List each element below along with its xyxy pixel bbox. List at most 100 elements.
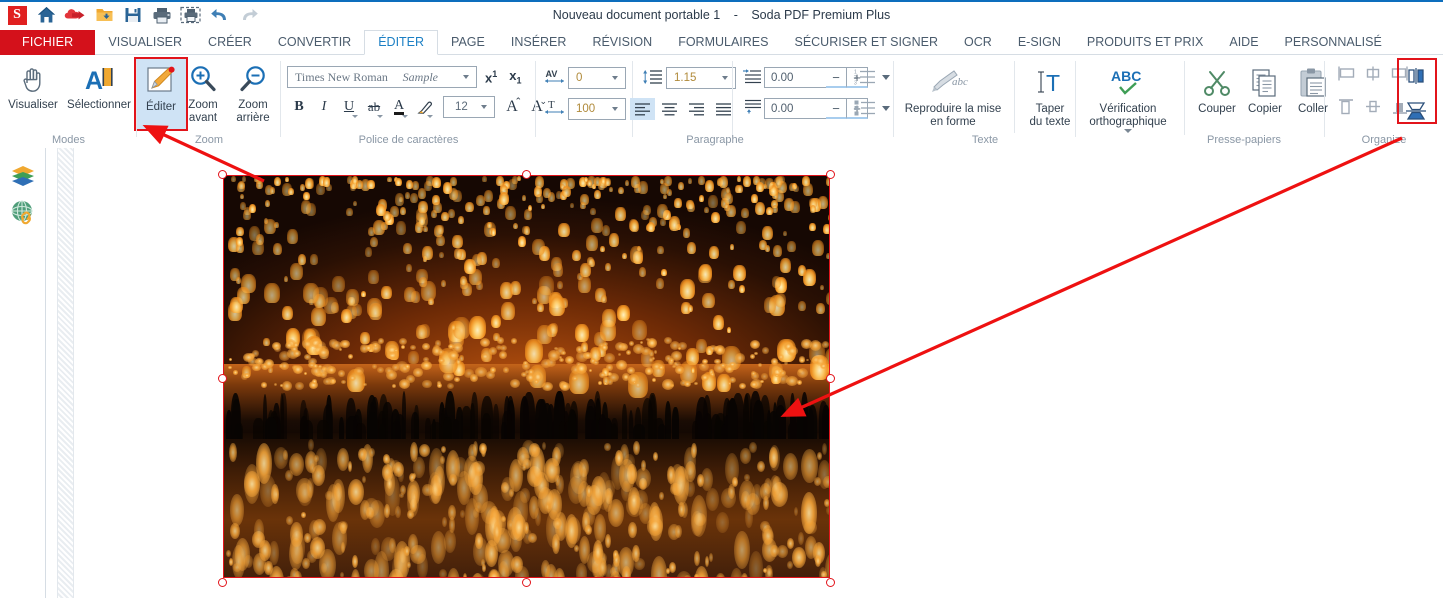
line-spacing-combo[interactable]: 1.15 — [666, 67, 736, 89]
indent-after-decrement[interactable]: − — [826, 98, 847, 119]
char-spacing-icon: AV — [542, 68, 568, 88]
handle-bottom-center[interactable] — [522, 578, 531, 587]
tab-fichier[interactable]: FICHIER — [0, 30, 96, 55]
group-label-organize: Organize — [1361, 134, 1407, 146]
format-painter-button[interactable]: abc Reproduire la mise en forme — [898, 61, 1008, 133]
handle-top-right[interactable] — [826, 170, 835, 179]
indent-before-decrement[interactable]: − — [826, 67, 847, 88]
chevron-down-icon[interactable] — [882, 105, 890, 111]
align-left-button[interactable] — [630, 98, 655, 120]
align-right-button[interactable] — [684, 98, 709, 120]
indent-after-row: 0.00 − + — [740, 98, 868, 119]
handle-top-left[interactable] — [218, 170, 227, 179]
char-spacing-combo[interactable]: 0 — [568, 67, 626, 89]
bulleted-list-control[interactable] — [854, 99, 890, 117]
image-content[interactable] — [223, 175, 830, 578]
type-text-button[interactable]: T Taper du texte — [1021, 61, 1079, 133]
home-button[interactable] — [33, 3, 59, 27]
tab-convertir[interactable]: CONVERTIR — [265, 30, 364, 55]
rail-item-links[interactable] — [0, 194, 45, 230]
numbered-list-control[interactable]: 1 2 3 — [854, 68, 890, 86]
bold-button[interactable]: B — [287, 95, 311, 119]
font-family-value: Times New Roman — [295, 69, 388, 84]
italic-button[interactable]: I — [312, 95, 336, 119]
indent-before-spinner[interactable]: 0.00 − + — [764, 67, 868, 88]
tab-securiser-et-signer[interactable]: SÉCURISER ET SIGNER — [781, 30, 951, 55]
tab-personnalise[interactable]: PERSONNALISÉ — [1272, 30, 1395, 55]
undo-button[interactable] — [207, 3, 233, 27]
align-center-horizontal-objects-button[interactable] — [1360, 61, 1385, 86]
copy-button[interactable]: Copier — [1241, 61, 1289, 116]
soda-logo-button[interactable]: S — [4, 3, 30, 27]
char-scale-combo[interactable]: 100 — [568, 98, 626, 120]
ribbon-group-organize: Organize — [1325, 55, 1443, 148]
tab-revision[interactable]: RÉVISION — [579, 30, 665, 55]
chevron-down-icon — [402, 115, 408, 118]
char-spacing-value: 0 — [576, 72, 583, 84]
handle-middle-left[interactable] — [218, 374, 227, 383]
redo-button[interactable] — [236, 3, 262, 27]
superscript-button[interactable]: x1 — [481, 69, 501, 85]
selected-image-object[interactable] — [218, 170, 835, 587]
cut-button[interactable]: Couper — [1193, 61, 1241, 116]
document-canvas[interactable] — [46, 148, 1443, 598]
chevron-down-icon[interactable] — [1124, 129, 1132, 133]
open-cloud-button[interactable] — [62, 3, 88, 27]
group-label-modes: Modes — [51, 134, 86, 146]
tab-page[interactable]: PAGE — [438, 30, 498, 55]
rail-item-layers[interactable] — [0, 158, 45, 194]
save-button[interactable] — [120, 3, 146, 27]
strikethrough-button[interactable]: ab — [362, 95, 386, 119]
handle-bottom-left[interactable] — [218, 578, 227, 587]
mode-selectionner-button[interactable]: A Sélectionner — [66, 57, 132, 131]
handle-top-center[interactable] — [522, 170, 531, 179]
underline-glyph: U — [343, 99, 355, 114]
tab-visualiser[interactable]: VISUALISER — [95, 30, 195, 55]
pdf-page[interactable] — [75, 148, 1443, 598]
tab-aide[interactable]: AIDE — [1216, 30, 1271, 55]
select-text-icon: A — [81, 61, 117, 97]
grow-font-button[interactable]: A ⌃ — [500, 95, 524, 119]
handle-bottom-right[interactable] — [826, 578, 835, 587]
tab-e-sign[interactable]: E-SIGN — [1005, 30, 1074, 55]
menu-tabs: FICHIER VISUALISER CRÉER CONVERTIR ÉDITE… — [0, 30, 1395, 55]
font-color-button[interactable]: A — [387, 95, 411, 119]
tab-inserer[interactable]: INSÉRER — [498, 30, 580, 55]
chevron-down-icon[interactable] — [882, 74, 890, 80]
ribbon: Visualiser A Sélectionner Éditer Modes Z… — [0, 55, 1443, 203]
tab-ocr[interactable]: OCR — [951, 30, 1005, 55]
zoom-in-label-line2: avant — [188, 111, 218, 124]
print-preview-button[interactable] — [178, 3, 204, 27]
indent-before-value[interactable]: 0.00 — [764, 67, 826, 88]
align-middle-vertical-objects-button[interactable] — [1360, 94, 1385, 119]
tab-produits-et-prix[interactable]: PRODUITS ET PRIX — [1074, 30, 1216, 55]
open-folder-button[interactable] — [91, 3, 117, 27]
align-left-objects-button[interactable] — [1333, 61, 1358, 86]
indent-after-spinner[interactable]: 0.00 − + — [764, 98, 868, 119]
tab-creer[interactable]: CRÉER — [195, 30, 265, 55]
flip-vertical-button[interactable] — [1403, 98, 1428, 123]
mode-visualiser-button[interactable]: Visualiser — [0, 57, 66, 131]
indent-after-value[interactable]: 0.00 — [764, 98, 826, 119]
align-top-objects-button[interactable] — [1333, 94, 1358, 119]
group-label-paragraph: Paragraphe — [686, 134, 744, 146]
zoom-out-button[interactable]: Zoom arrière — [227, 57, 279, 124]
text-highlight-button[interactable] — [412, 95, 436, 119]
tab-editer[interactable]: ÉDITER — [364, 30, 439, 55]
handle-middle-right[interactable] — [826, 374, 835, 383]
svg-text:AV: AV — [546, 69, 558, 79]
font-size-combo[interactable]: 12 — [443, 96, 495, 118]
zoom-in-button[interactable]: Zoom avant — [179, 57, 227, 124]
align-center-button[interactable] — [657, 98, 682, 120]
quick-access-toolbar: S — [4, 3, 262, 27]
flip-horizontal-button[interactable] — [1403, 63, 1428, 88]
hand-icon — [16, 61, 50, 97]
redo-icon — [243, 9, 258, 20]
tab-formulaires[interactable]: FORMULAIRES — [665, 30, 781, 55]
font-family-combo[interactable]: Times New Roman Sample — [287, 66, 477, 88]
mode-visualiser-label: Visualiser — [8, 99, 58, 111]
spellcheck-button[interactable]: ABC Vérification orthographique — [1080, 61, 1176, 133]
underline-button[interactable]: U — [337, 95, 361, 119]
subscript-button[interactable]: x1 — [505, 68, 525, 86]
print-button[interactable] — [149, 3, 175, 27]
